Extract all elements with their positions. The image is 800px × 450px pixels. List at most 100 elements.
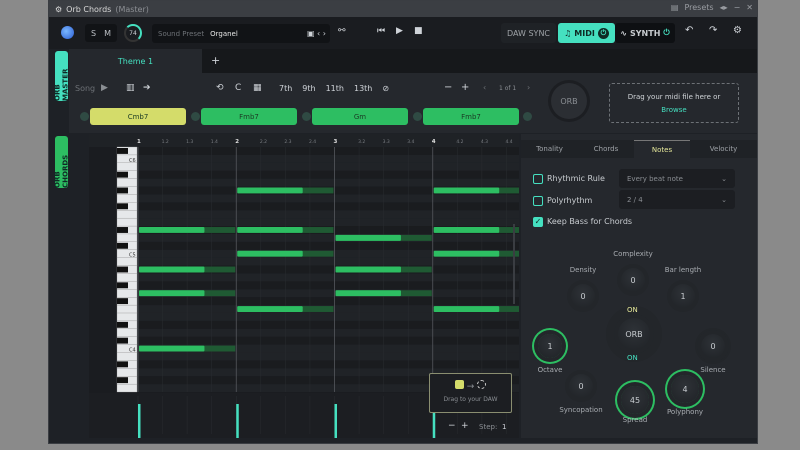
timeline-label: 1.2: [162, 139, 169, 145]
chord-block[interactable]: Cmb7: [90, 108, 186, 125]
sound-preset-value[interactable]: Organel: [210, 30, 307, 38]
remove-chord-button[interactable]: −: [444, 82, 452, 93]
sound-preset[interactable]: Sound Preset Organel ▣ ‹ ›: [152, 24, 330, 43]
polyrhythm-select[interactable]: 2 / 4 ⌄: [619, 190, 735, 209]
on-bottom-label[interactable]: ON: [627, 354, 638, 362]
midi-note: [433, 306, 500, 312]
synth-button[interactable]: ∿ SYNTH ⏻: [615, 23, 675, 43]
orb-center-button[interactable]: ORB: [618, 318, 650, 350]
ext-clear-button[interactable]: ⊘: [382, 84, 389, 93]
piano-key: [116, 312, 138, 322]
keyboard-icon[interactable]: ▦: [253, 83, 262, 93]
orb-chords-label: ORB CHORDS: [53, 154, 70, 188]
stop-icon[interactable]: ■: [414, 26, 423, 36]
drag-to-daw[interactable]: → Drag to your DAW: [429, 373, 512, 413]
add-chord-button[interactable]: +: [461, 82, 469, 93]
step-minus-button[interactable]: −: [448, 421, 456, 431]
grid-row: [138, 194, 531, 203]
midi-note: [433, 250, 500, 257]
redo-icon[interactable]: ↷: [709, 25, 717, 36]
insert-chord-button[interactable]: [191, 112, 200, 121]
midi-note: [139, 290, 205, 297]
piano-black-key: [117, 377, 128, 384]
export-icon[interactable]: ➔: [143, 83, 151, 93]
octave-knob[interactable]: 1: [538, 334, 562, 358]
insert-chord-button[interactable]: [80, 112, 89, 121]
polyphony-knob[interactable]: 4: [671, 375, 699, 403]
step-value[interactable]: 1: [502, 423, 506, 431]
knob-label: Complexity: [613, 250, 653, 258]
loop-icon[interactable]: ⟲: [216, 83, 224, 93]
piano-label: C5: [129, 253, 136, 259]
silence-knob[interactable]: 0: [701, 334, 725, 358]
save-icon[interactable]: ▤: [671, 3, 679, 12]
midi-drop-zone[interactable]: Drag your midi file here or Browse: [609, 83, 739, 123]
syncopation-knob[interactable]: 0: [569, 374, 593, 398]
page-next-icon[interactable]: ›: [527, 83, 530, 92]
browse-link[interactable]: Browse: [610, 106, 738, 114]
ext-11th-button[interactable]: 11th: [326, 84, 344, 93]
presets-label[interactable]: Presets: [684, 3, 713, 12]
on-top-label[interactable]: ON: [627, 306, 638, 314]
orb-master-tab[interactable]: ORB MASTER: [54, 51, 70, 101]
piano-black-key: [117, 282, 128, 289]
ext-13th-button[interactable]: 13th: [354, 84, 372, 93]
window-title: Orb Chords: [66, 4, 112, 14]
song-play-icon[interactable]: ▶: [101, 83, 108, 93]
density-knob[interactable]: 0: [571, 284, 595, 308]
midi-power-icon[interactable]: ⏻: [597, 27, 609, 39]
prev-preset-icon[interactable]: ◂▸: [720, 3, 728, 12]
rhythmic-rule-select[interactable]: Every beat note ⌄: [619, 169, 735, 188]
bar-length-knob[interactable]: 1: [671, 284, 695, 308]
daw-sync-button[interactable]: DAW SYNC: [501, 23, 556, 43]
volume-knob[interactable]: 74: [124, 24, 142, 42]
timeline-label: 3.3: [383, 139, 390, 145]
undo-icon[interactable]: ↶: [685, 25, 693, 36]
orb-chords-tab[interactable]: ORB CHORDS: [53, 136, 70, 188]
tab-velocity[interactable]: Velocity: [690, 140, 757, 158]
tab-notes[interactable]: Notes: [634, 140, 690, 158]
settings-icon[interactable]: ⚙: [733, 25, 742, 36]
page-prev-icon[interactable]: ‹: [483, 83, 486, 92]
keep-bass-checkbox[interactable]: ✓: [533, 217, 543, 227]
rhythmic-rule-checkbox[interactable]: [533, 174, 543, 184]
tab-chords[interactable]: Chords: [578, 140, 634, 158]
insert-chord-button[interactable]: [302, 112, 311, 121]
insert-chord-button[interactable]: [413, 112, 422, 121]
piano-icon[interactable]: ▥: [126, 83, 135, 93]
timeline-label: 3.4: [407, 139, 414, 145]
mute-button[interactable]: M: [104, 29, 111, 38]
tab-tonality[interactable]: Tonality: [521, 140, 578, 158]
minimize-button[interactable]: −: [734, 3, 741, 12]
close-button[interactable]: ✕: [746, 3, 753, 12]
chord-block[interactable]: Fmb7: [423, 108, 519, 125]
insert-chord-button[interactable]: [523, 112, 532, 121]
tab-theme-1[interactable]: Theme 1: [69, 49, 202, 73]
midi-note: [335, 234, 401, 241]
complexity-knob[interactable]: 0: [621, 268, 645, 292]
piano-key: [116, 352, 138, 361]
link-icon[interactable]: ⚯: [338, 26, 346, 36]
chord-block[interactable]: Gm: [312, 108, 408, 125]
ext-7th-button[interactable]: 7th: [279, 84, 292, 93]
page-indicator: 1 of 1: [499, 85, 517, 92]
chord-icon[interactable]: C: [235, 83, 241, 93]
solo-button[interactable]: S: [91, 29, 96, 38]
grid-row: [138, 336, 531, 345]
synth-power-icon[interactable]: ⏻: [663, 28, 669, 38]
orb-button[interactable]: ORB: [551, 83, 587, 119]
add-theme-button[interactable]: +: [211, 54, 220, 67]
title-bar: ⚙ Orb Chords (Master) ▤ Presets ◂▸ − ✕: [49, 1, 757, 17]
orb-label: ORB: [560, 96, 578, 106]
play-icon[interactable]: ▶: [396, 26, 403, 36]
polyrhythm-checkbox[interactable]: [533, 196, 543, 206]
ext-9th-button[interactable]: 9th: [302, 84, 315, 93]
piano-key: [116, 289, 138, 298]
midi-button[interactable]: ♫ MIDI ⏻: [558, 23, 615, 43]
chord-block[interactable]: Fmb7: [201, 108, 297, 125]
step-plus-button[interactable]: +: [461, 421, 469, 431]
gear-icon[interactable]: ⚙: [55, 5, 62, 14]
skip-back-icon[interactable]: ⏮: [377, 26, 385, 36]
save-preset-icon[interactable]: ▣ ‹ ›: [307, 29, 330, 38]
orb-logo: [61, 26, 74, 39]
